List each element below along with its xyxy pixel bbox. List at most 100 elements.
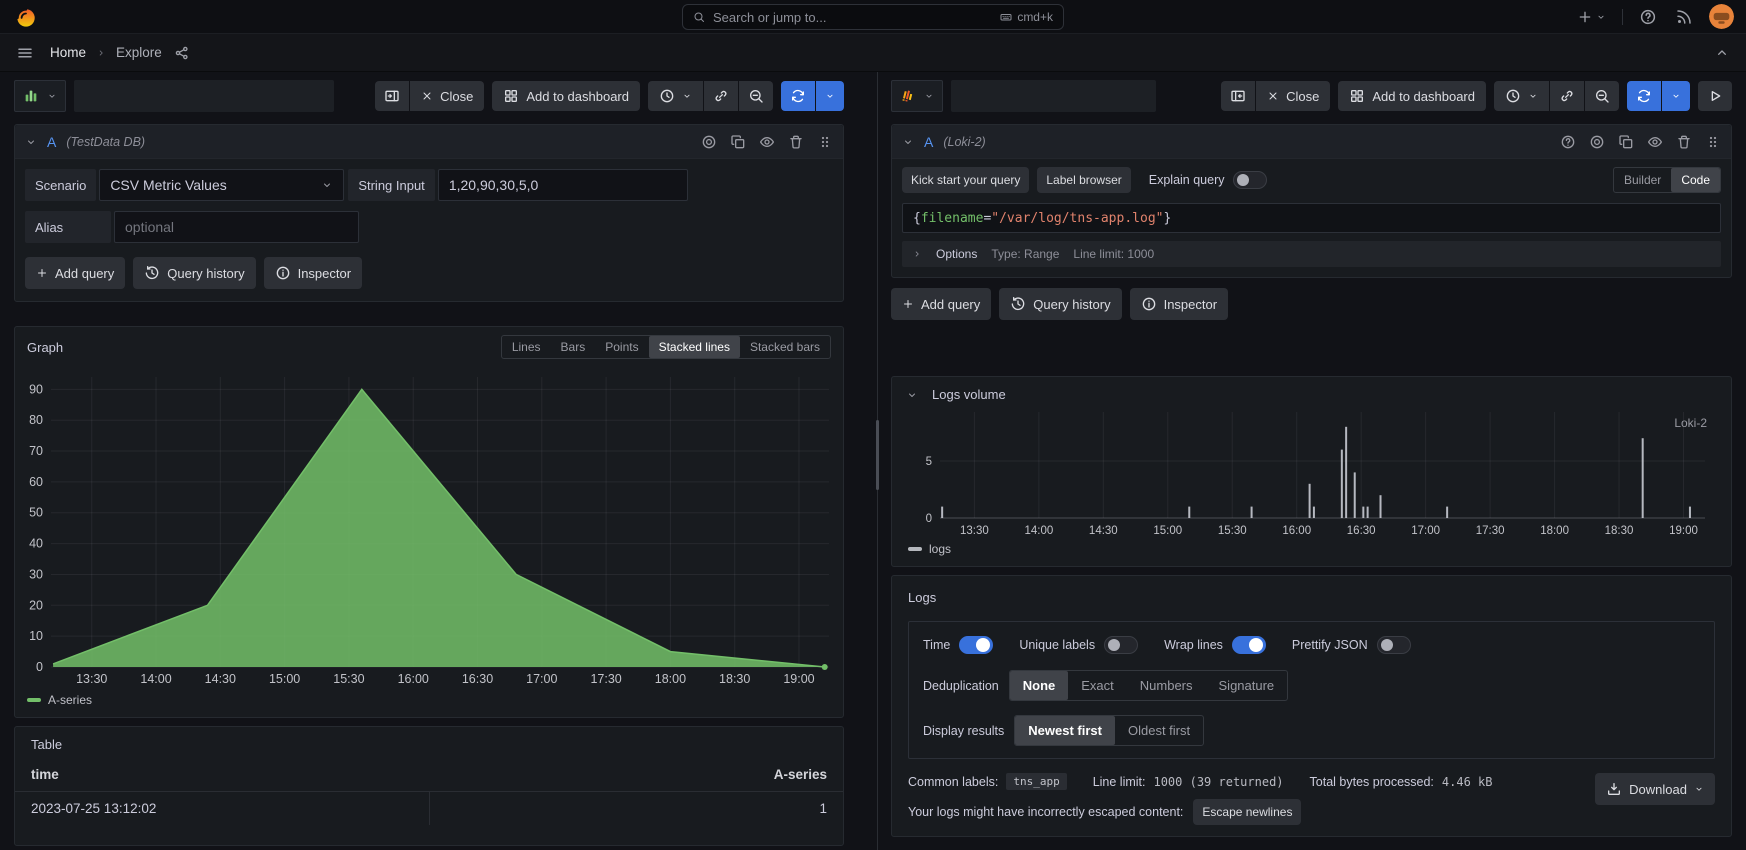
option-oldest-first[interactable]: Oldest first xyxy=(1115,716,1203,745)
left-time-picker-button[interactable] xyxy=(648,81,703,111)
mega-menu-button[interactable] xyxy=(14,42,36,64)
query-help-button[interactable] xyxy=(1560,134,1576,150)
add-query-button[interactable]: Add query xyxy=(25,257,125,289)
left-datasource-picker[interactable] xyxy=(14,80,66,112)
duplicate-query-button[interactable] xyxy=(1618,134,1634,150)
drag-query-handle[interactable] xyxy=(817,134,833,150)
chevron-down-icon xyxy=(47,91,57,101)
right-refresh-interval-button[interactable] xyxy=(1662,81,1690,111)
logs-volume-header[interactable]: Logs volume xyxy=(892,387,1731,406)
kick-start-button[interactable]: Kick start your query xyxy=(902,167,1029,193)
loki-datasource-icon xyxy=(900,88,916,104)
collapse-toolbar-button[interactable] xyxy=(1712,43,1732,63)
right-datasource-name-field[interactable] xyxy=(951,80,1156,112)
widen-pane-button[interactable] xyxy=(375,81,409,111)
query-history-button[interactable]: Query history xyxy=(133,257,255,289)
option-signature[interactable]: Signature xyxy=(1206,671,1288,700)
hide-response-button[interactable] xyxy=(759,134,775,150)
switch[interactable] xyxy=(1232,636,1266,654)
drag-query-handle[interactable] xyxy=(1705,134,1721,150)
right-sync-time-button[interactable] xyxy=(1550,81,1584,111)
explain-query-toggle[interactable]: Explain query xyxy=(1149,171,1267,189)
left-refresh-interval-button[interactable] xyxy=(816,81,844,111)
help-button[interactable] xyxy=(1637,6,1659,28)
remove-query-button[interactable] xyxy=(788,134,804,150)
alias-input-field[interactable] xyxy=(114,211,359,243)
left-zoom-out-button[interactable] xyxy=(739,81,773,111)
escape-newlines-button[interactable]: Escape newlines xyxy=(1193,799,1301,825)
inspector-button[interactable]: Inspector xyxy=(1130,288,1228,320)
grafana-logo[interactable] xyxy=(12,3,40,31)
left-refresh-button[interactable] xyxy=(781,81,815,111)
search-input[interactable] xyxy=(713,10,992,25)
column-header[interactable]: time xyxy=(15,758,429,791)
left-add-to-dashboard-button[interactable]: Add to dashboard xyxy=(492,81,640,111)
query-ref-id[interactable]: A xyxy=(47,134,56,150)
disable-query-button[interactable] xyxy=(701,134,717,150)
toggle-prettify-json[interactable]: Prettify JSON xyxy=(1292,636,1411,654)
graph-chart[interactable]: 13:3014:0014:3015:0015:3016:0016:3017:00… xyxy=(15,363,843,691)
graph-legend[interactable]: A-series xyxy=(15,691,843,711)
right-add-to-dashboard-button[interactable]: Add to dashboard xyxy=(1338,81,1486,111)
download-button[interactable]: Download xyxy=(1595,773,1715,805)
switch[interactable] xyxy=(959,636,993,654)
trash-icon xyxy=(788,134,804,150)
label-browser-button[interactable]: Label browser xyxy=(1037,167,1130,193)
right-zoom-out-button[interactable] xyxy=(1585,81,1619,111)
toggle-wrap-lines[interactable]: Wrap lines xyxy=(1164,636,1266,654)
breadcrumb-home[interactable]: Home xyxy=(50,45,86,60)
left-query-row-header[interactable]: A (TestData DB) xyxy=(15,125,843,159)
table-panel: Table timeA-series2023-07-25 13:12:021 xyxy=(14,726,844,846)
table-cell: 1 xyxy=(429,792,843,825)
switch[interactable] xyxy=(1104,636,1138,654)
explain-query-switch[interactable] xyxy=(1233,171,1267,189)
string-input-field[interactable] xyxy=(438,169,688,201)
svg-text:80: 80 xyxy=(29,413,43,427)
switch[interactable] xyxy=(1377,636,1411,654)
option-builder[interactable]: Builder xyxy=(1614,168,1671,192)
inspector-button[interactable]: Inspector xyxy=(264,257,362,289)
new-menu-button[interactable] xyxy=(1575,7,1608,27)
add-query-button[interactable]: Add query xyxy=(891,288,991,320)
option-exact[interactable]: Exact xyxy=(1068,671,1127,700)
option-bars[interactable]: Bars xyxy=(551,336,596,358)
logs-volume-chart[interactable]: 13:3014:0014:3015:0015:3016:0016:3017:00… xyxy=(906,406,1717,540)
option-numbers[interactable]: Numbers xyxy=(1127,671,1206,700)
narrow-pane-button[interactable] xyxy=(1221,81,1255,111)
share-shortlink-button[interactable] xyxy=(172,43,192,63)
column-header[interactable]: A-series xyxy=(429,758,843,791)
loki-query-input[interactable]: {filename="/var/log/tns-app.log"} xyxy=(902,203,1721,233)
left-sync-time-button[interactable] xyxy=(704,81,738,111)
query-history-button[interactable]: Query history xyxy=(999,288,1121,320)
toggle-unique-labels[interactable]: Unique labels xyxy=(1019,636,1138,654)
left-query-actions: Add query Query history Inspector xyxy=(25,257,833,289)
search-box[interactable]: cmd+k xyxy=(682,4,1064,30)
scenario-select[interactable]: CSV Metric Values xyxy=(99,169,344,201)
avatar[interactable] xyxy=(1709,4,1734,29)
option-lines[interactable]: Lines xyxy=(502,336,551,358)
option-points[interactable]: Points xyxy=(595,336,648,358)
duplicate-query-button[interactable] xyxy=(730,134,746,150)
hide-response-button[interactable] xyxy=(1647,134,1663,150)
run-query-button[interactable] xyxy=(1698,81,1732,111)
query-options-collapse[interactable]: Options Type: Range Line limit: 1000 xyxy=(902,241,1721,267)
option-stacked-lines[interactable]: Stacked lines xyxy=(649,336,740,358)
right-refresh-button[interactable] xyxy=(1627,81,1661,111)
logs-volume-legend[interactable]: logs xyxy=(892,540,1731,560)
disable-query-button[interactable] xyxy=(1589,134,1605,150)
left-close-button[interactable]: Close xyxy=(410,81,484,111)
remove-query-button[interactable] xyxy=(1676,134,1692,150)
right-query-row-header[interactable]: A (Loki-2) xyxy=(892,125,1731,159)
option-stacked-bars[interactable]: Stacked bars xyxy=(740,336,830,358)
right-datasource-picker[interactable] xyxy=(891,80,943,112)
query-ref-id[interactable]: A xyxy=(924,134,933,150)
news-button[interactable] xyxy=(1673,6,1695,28)
right-time-picker-button[interactable] xyxy=(1494,81,1549,111)
breadcrumb-explore[interactable]: Explore xyxy=(116,45,162,60)
option-none[interactable]: None xyxy=(1010,671,1069,700)
right-close-button[interactable]: Close xyxy=(1256,81,1330,111)
toggle-time[interactable]: Time xyxy=(923,636,993,654)
option-newest-first[interactable]: Newest first xyxy=(1015,716,1115,745)
option-code[interactable]: Code xyxy=(1671,168,1720,192)
left-datasource-name-field[interactable] xyxy=(74,80,334,112)
